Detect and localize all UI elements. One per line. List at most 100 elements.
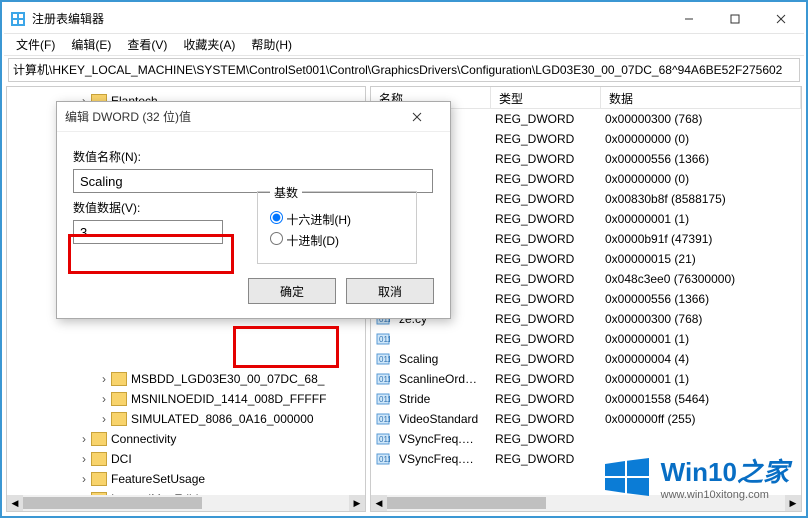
tree-label: DCI [111, 452, 132, 466]
dword-icon: 011 [375, 411, 391, 427]
folder-icon [91, 452, 107, 466]
ok-button[interactable]: 确定 [248, 278, 336, 304]
tree-twisty[interactable]: › [97, 372, 111, 386]
cell-data: 0x00000556 (1366) [597, 152, 801, 166]
folder-icon [111, 412, 127, 426]
cell-name: ScanlineOrderi... [391, 372, 487, 386]
windows-logo-icon [603, 456, 651, 498]
tree-item[interactable]: › DCI [77, 449, 365, 469]
svg-text:011: 011 [379, 395, 390, 404]
cell-data: 0x00000556 (1366) [597, 292, 801, 306]
cell-data: 0x00830b8f (8588175) [597, 192, 801, 206]
table-row[interactable]: 011 REG_DWORD0x00000001 (1) [371, 329, 801, 349]
dialog-title: 编辑 DWORD (32 位)值 [65, 108, 412, 125]
dword-icon: 011 [375, 331, 391, 347]
cell-type: REG_DWORD [487, 112, 597, 126]
tree-label: FeatureSetUsage [111, 472, 205, 486]
tree-twisty[interactable]: › [77, 452, 91, 466]
cell-type: REG_DWORD [487, 292, 597, 306]
cell-type: REG_DWORD [487, 232, 597, 246]
minimize-button[interactable] [666, 4, 712, 34]
cell-data: 0x00000015 (21) [597, 252, 801, 266]
tree-item[interactable]: ›SIMULATED_8086_0A16_000000 [77, 409, 365, 429]
cancel-button[interactable]: 取消 [346, 278, 434, 304]
value-name-label: 数值名称(N): [73, 148, 434, 165]
tree-twisty[interactable]: › [77, 472, 91, 486]
tree-twisty[interactable]: › [97, 412, 111, 426]
edit-dword-dialog: 编辑 DWORD (32 位)值 数值名称(N): 数值数据(V): 基数 十六… [56, 101, 451, 319]
menu-edit[interactable]: 编辑(E) [63, 36, 119, 53]
svg-text:011: 011 [379, 355, 390, 364]
watermark-url: www.win10xitong.com [661, 489, 789, 501]
cell-type: REG_DWORD [487, 312, 597, 326]
folder-icon [91, 432, 107, 446]
cell-data: 0x0000b91f (47391) [597, 232, 801, 246]
menu-view[interactable]: 查看(V) [119, 36, 175, 53]
cell-type: REG_DWORD [487, 152, 597, 166]
cell-type: REG_DWORD [487, 412, 597, 426]
tree-twisty[interactable]: › [97, 392, 111, 406]
cell-name: VSyncFreq.Nu... [391, 452, 487, 466]
cell-data: 0x00000001 (1) [597, 332, 801, 346]
cell-data: 0x00001558 (5464) [597, 392, 801, 406]
cell-type: REG_DWORD [487, 332, 597, 346]
cell-type: REG_DWORD [487, 252, 597, 266]
table-row[interactable]: 011VideoStandardREG_DWORD0x000000ff (255… [371, 409, 801, 429]
tree-item[interactable]: › FeatureSetUsage [77, 469, 365, 489]
cell-data: 0x00000001 (1) [597, 372, 801, 386]
svg-text:011: 011 [379, 335, 390, 344]
scroll-right-button[interactable]: ▶ [349, 495, 365, 511]
dialog-close-button[interactable] [412, 112, 442, 122]
cell-data: 0x00000000 (0) [597, 132, 801, 146]
menu-favorites[interactable]: 收藏夹(A) [175, 36, 243, 53]
dword-icon: 011 [375, 351, 391, 367]
cell-data: 0x048c3ee0 (76300000) [597, 272, 801, 286]
table-row[interactable]: 011ScanlineOrderi...REG_DWORD0x00000001 … [371, 369, 801, 389]
menubar: 文件(F) 编辑(E) 查看(V) 收藏夹(A) 帮助(H) [4, 34, 804, 56]
tree-label: MSNILNOEDID_1414_008D_FFFFF [131, 392, 326, 406]
table-row[interactable]: 011ScalingREG_DWORD0x00000004 (4) [371, 349, 801, 369]
menu-help[interactable]: 帮助(H) [243, 36, 300, 53]
tree-item[interactable]: ›Connectivity [77, 429, 365, 449]
cell-name: VSyncFreq.Den... [391, 432, 487, 446]
cell-name: VideoStandard [391, 412, 487, 426]
dword-icon: 011 [375, 391, 391, 407]
value-name-field[interactable] [73, 169, 433, 193]
cell-type: REG_DWORD [487, 372, 597, 386]
menu-file[interactable]: 文件(F) [8, 36, 63, 53]
value-data-label: 数值数据(V): [73, 199, 233, 216]
dword-icon: 011 [375, 451, 391, 467]
cell-data: 0x00000000 (0) [597, 172, 801, 186]
scroll-left-button[interactable]: ◀ [371, 495, 387, 511]
cell-type: REG_DWORD [487, 452, 597, 466]
radio-dec[interactable]: 十进制(D) [270, 232, 404, 249]
svg-text:011: 011 [379, 415, 390, 424]
address-bar[interactable]: 计算机\HKEY_LOCAL_MACHINE\SYSTEM\ControlSet… [8, 58, 800, 82]
col-header-type[interactable]: 类型 [491, 87, 601, 108]
scroll-left-button[interactable]: ◀ [7, 495, 23, 511]
cell-type: REG_DWORD [487, 132, 597, 146]
folder-icon [91, 472, 107, 486]
folder-icon [111, 372, 127, 386]
radio-hex[interactable]: 十六进制(H) [270, 211, 404, 228]
titlebar: 注册表编辑器 [4, 4, 804, 34]
maximize-button[interactable] [712, 4, 758, 34]
cell-type: REG_DWORD [487, 352, 597, 366]
svg-text:011: 011 [379, 455, 390, 464]
tree-item[interactable]: › MSNILNOEDID_1414_008D_FFFFF [77, 389, 365, 409]
close-button[interactable] [758, 4, 804, 34]
folder-icon [111, 392, 127, 406]
cell-data: 0x00000300 (768) [597, 312, 801, 326]
col-header-data[interactable]: 数据 [601, 87, 801, 108]
app-icon [10, 11, 26, 27]
cell-data: 0x000000ff (255) [597, 412, 801, 426]
table-row[interactable]: 011VSyncFreq.Den...REG_DWORD [371, 429, 801, 449]
table-row[interactable]: 011StrideREG_DWORD0x00001558 (5464) [371, 389, 801, 409]
tree-twisty[interactable]: › [77, 432, 91, 446]
base-group: 基数 十六进制(H) 十进制(D) [257, 191, 417, 264]
value-data-field[interactable] [73, 220, 223, 244]
tree-item[interactable]: ›MSBDD_LGD03E30_00_07DC_68_ [77, 369, 365, 389]
cell-type: REG_DWORD [487, 392, 597, 406]
svg-text:011: 011 [379, 375, 390, 384]
scroll-track[interactable] [23, 495, 349, 511]
